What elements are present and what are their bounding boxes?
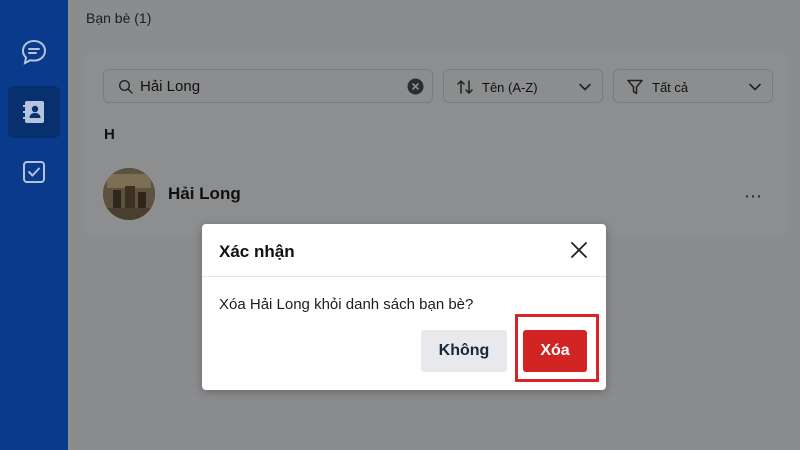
confirm-dialog: Xác nhận Xóa Hải Long khỏi danh sách bạn… [202, 224, 606, 390]
sort-label: Tên (A-Z) [482, 80, 538, 95]
chat-bubble-icon [21, 39, 47, 65]
sidebar-item-contacts[interactable] [8, 86, 60, 138]
search-input[interactable]: Hải Long [103, 69, 433, 103]
sort-arrows-icon [457, 80, 473, 94]
sidebar-item-messages[interactable] [8, 26, 60, 78]
friends-header: Bạn bè (1) [86, 10, 152, 26]
filter-dropdown[interactable]: Tất cả [613, 69, 773, 103]
highlight-box [515, 314, 599, 382]
checkbox-icon [23, 161, 45, 183]
filter-icon [627, 79, 643, 95]
filter-label: Tất cả [652, 80, 689, 95]
search-value: Hải Long [140, 78, 201, 95]
avatar-photo [103, 168, 155, 220]
search-icon [118, 79, 133, 94]
dialog-title: Xác nhận [219, 242, 295, 261]
group-letter: H [104, 126, 115, 143]
contacts-book-icon [23, 101, 44, 123]
chevron-down-icon [579, 83, 591, 91]
contact-name[interactable]: Hải Long [168, 184, 241, 204]
sidebar-item-todo[interactable] [8, 146, 60, 198]
avatar[interactable] [103, 168, 155, 220]
dialog-divider [202, 276, 606, 277]
cancel-button[interactable]: Không [421, 330, 507, 372]
close-icon[interactable] [569, 240, 589, 260]
sort-dropdown[interactable]: Tên (A-Z) [443, 69, 603, 103]
more-options-icon[interactable]: ⋯ [744, 186, 763, 207]
sidebar [0, 0, 68, 450]
clear-search-icon[interactable] [407, 78, 424, 95]
dialog-message: Xóa Hải Long khỏi danh sách bạn bè? [219, 296, 474, 313]
chevron-down-icon [749, 83, 761, 91]
